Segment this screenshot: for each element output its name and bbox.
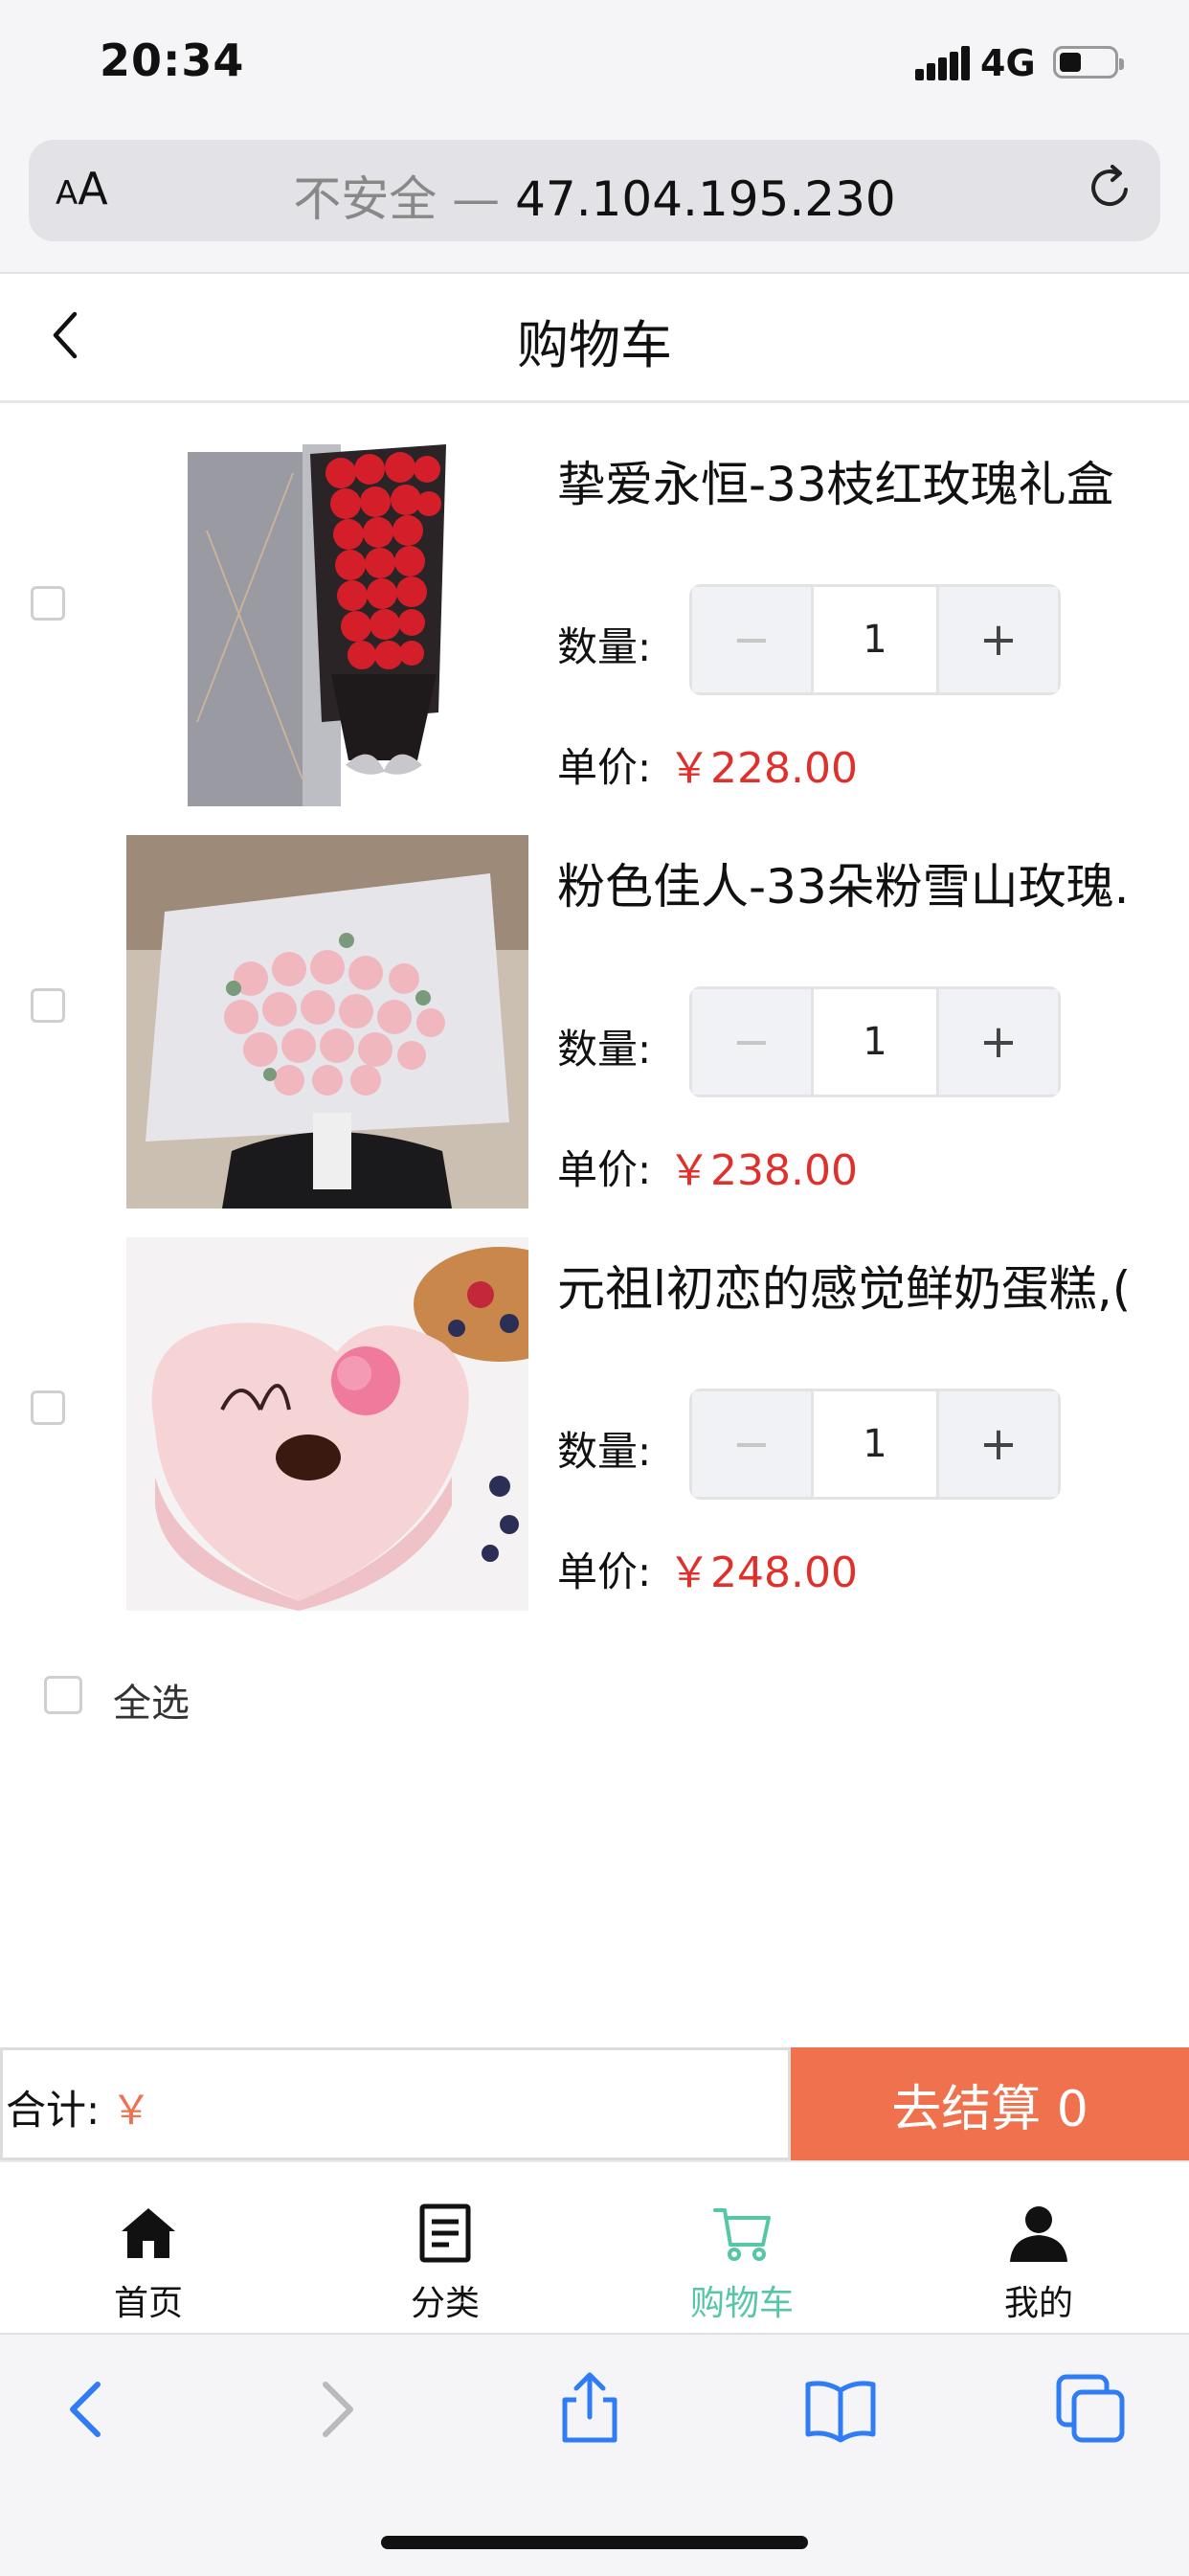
select-all-label[interactable]: 全选: [113, 1672, 190, 1728]
quantity-value[interactable]: 1: [814, 587, 936, 692]
product-image-heart-cake[interactable]: [126, 1237, 528, 1611]
unit-price: ￥248.00: [668, 1548, 858, 1597]
total-label: 合计:: [6, 2087, 101, 2134]
unit-price-label: 单价:: [557, 1146, 652, 1193]
checkout-button[interactable]: 去结算 0: [791, 2047, 1189, 2160]
unit-price-label: 单价:: [557, 744, 652, 791]
item-checkbox[interactable]: [31, 988, 65, 1023]
user-icon: [1010, 2206, 1067, 2262]
quantity-stepper: − 1 +: [689, 986, 1061, 1097]
home-indicator: [381, 2536, 808, 2549]
cart-icon: [713, 2208, 771, 2261]
unit-price: ￥238.00: [668, 1146, 858, 1195]
item-name[interactable]: 粉色佳人-33朵粉雪山玫瑰.: [557, 848, 1189, 917]
quantity-value[interactable]: 1: [814, 989, 936, 1095]
insecure-label: 不安全 —: [293, 171, 501, 227]
quantity-stepper: − 1 +: [689, 1389, 1061, 1500]
share-icon[interactable]: [551, 2371, 628, 2448]
bookmarks-icon[interactable]: [802, 2371, 879, 2448]
signal-icon: [915, 46, 970, 80]
item-name[interactable]: 元祖l初恋的感觉鲜奶蛋糕,(: [557, 1251, 1189, 1320]
quantity-value[interactable]: 1: [814, 1391, 936, 1497]
url-display[interactable]: 不安全 — 47.104.195.230: [0, 161, 1189, 230]
url-address: 47.104.195.230: [515, 171, 896, 227]
tab-category[interactable]: 分类: [297, 2203, 594, 2325]
decrement-button[interactable]: −: [692, 587, 814, 692]
tabs-icon[interactable]: [1053, 2371, 1130, 2448]
tab-label: 我的: [1003, 2284, 1073, 2323]
tab-home[interactable]: 首页: [0, 2203, 297, 2325]
tab-label: 分类: [410, 2284, 480, 2323]
product-image-roses-box[interactable]: [188, 435, 456, 806]
item-checkbox[interactable]: [31, 1390, 65, 1425]
quantity-label: 数量:: [557, 1026, 652, 1073]
increment-button[interactable]: +: [936, 1391, 1058, 1497]
page-title: 购物车: [517, 315, 672, 375]
status-time: 20:34: [100, 34, 245, 86]
browser-back-icon[interactable]: [50, 2371, 126, 2448]
quantity-stepper: − 1 +: [689, 584, 1061, 695]
increment-button[interactable]: +: [936, 989, 1058, 1095]
home-icon: [122, 2208, 175, 2258]
battery-icon: [1053, 46, 1124, 79]
unit-price-label: 单价:: [557, 1548, 652, 1595]
item-name[interactable]: 挚爱永恒-33枝红玫瑰礼盒: [557, 446, 1189, 515]
tab-label: 购物车: [689, 2284, 794, 2323]
decrement-button[interactable]: −: [692, 1391, 814, 1497]
category-icon: [419, 2203, 471, 2263]
quantity-label: 数量:: [557, 623, 652, 670]
product-image-pink-roses[interactable]: [126, 835, 528, 1209]
item-checkbox[interactable]: [31, 586, 65, 621]
browser-forward-icon[interactable]: [297, 2371, 373, 2448]
reload-icon[interactable]: [1084, 161, 1137, 215]
unit-price: ￥228.00: [668, 744, 858, 793]
tab-label: 首页: [113, 2284, 183, 2323]
increment-button[interactable]: +: [936, 587, 1058, 692]
select-all-checkbox[interactable]: [44, 1676, 82, 1714]
network-label: 4G: [980, 42, 1036, 84]
decrement-button[interactable]: −: [692, 989, 814, 1095]
tab-cart[interactable]: 购物车: [594, 2203, 890, 2325]
quantity-label: 数量:: [557, 1428, 652, 1475]
total-value: ￥: [111, 2087, 152, 2134]
tab-profile[interactable]: 我的: [890, 2203, 1187, 2325]
